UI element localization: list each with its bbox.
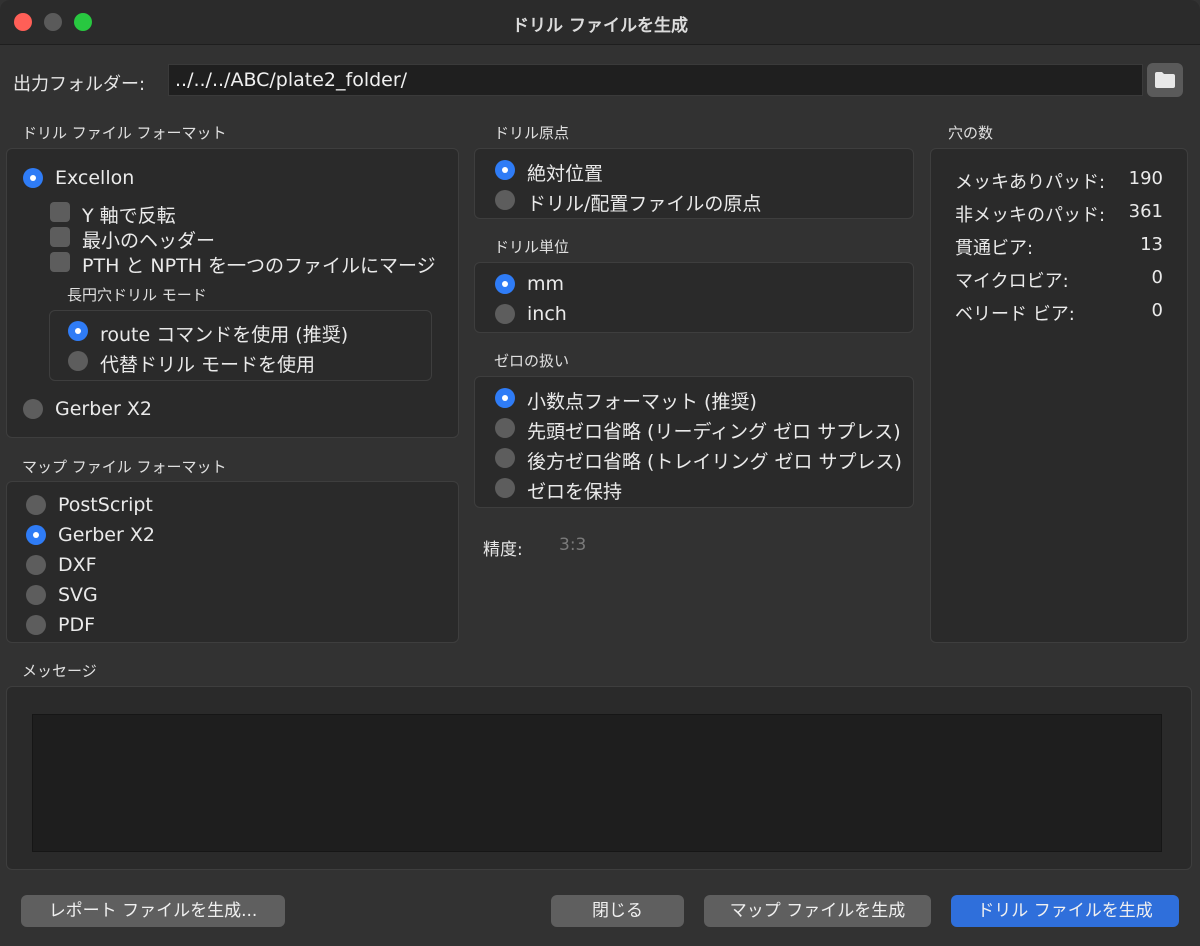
oval-hole-mode-group: route コマンドを使用 (推奨) 代替ドリル モードを使用 [49, 310, 432, 381]
alt-drill-mode-radio[interactable] [68, 351, 88, 371]
units-inch-radio[interactable] [495, 304, 515, 324]
aux-origin-radio[interactable] [495, 190, 515, 210]
output-folder-label: 出力フォルダー: [13, 74, 146, 95]
drill-origin-group: 絶対位置 ドリル/配置ファイルの原点 [474, 148, 914, 219]
close-button[interactable]: 閉じる [551, 895, 684, 927]
generate-map-button[interactable]: マップ ファイルを生成 [704, 895, 931, 927]
merge-pth-label: PTH と NPTH を一つのファイルにマージ [82, 255, 436, 277]
map-svg-label: SVG [58, 584, 98, 606]
title-bar: ドリル ファイルを生成 [0, 0, 1200, 45]
zeros-format-group: 小数点フォーマット (推奨) 先頭ゼロ省略 (リーディング ゼロ サプレス) 後… [474, 376, 914, 508]
suppress-leading-radio[interactable] [495, 418, 515, 438]
map-pdf-label: PDF [58, 614, 96, 636]
drill-origin-title: ドリル原点 [494, 124, 570, 142]
folder-icon [1155, 72, 1175, 88]
nonplated-pads-value: 361 [1128, 201, 1163, 222]
suppress-leading-label: 先頭ゼロ省略 (リーディング ゼロ サプレス) [527, 421, 901, 443]
output-folder-input[interactable] [168, 64, 1143, 96]
hole-count-group: メッキありパッド: 190 非メッキのパッド: 361 貫通ビア: 13 マイク… [930, 148, 1188, 643]
keep-zeros-label: ゼロを保持 [527, 481, 623, 503]
merge-pth-checkbox[interactable] [50, 252, 70, 272]
units-mm-radio[interactable] [495, 274, 515, 294]
drill-format-group: Excellon Y 軸で反転 最小のヘッダー PTH と NPTH を一つのフ… [6, 148, 459, 438]
micro-vias-value: 0 [1151, 267, 1163, 288]
micro-vias-label: マイクロビア: [955, 271, 1069, 292]
window-title: ドリル ファイルを生成 [512, 16, 688, 36]
drill-format-title: ドリル ファイル フォーマット [22, 124, 227, 142]
buried-vias-label: ベリード ビア: [955, 304, 1075, 325]
mirror-y-label: Y 軸で反転 [82, 205, 176, 227]
through-vias-value: 13 [1140, 234, 1163, 255]
excellon-radio[interactable] [23, 168, 43, 188]
decimal-format-radio[interactable] [495, 388, 515, 408]
units-mm-label: mm [527, 273, 565, 295]
map-dxf-radio[interactable] [26, 555, 46, 575]
map-gerber-label: Gerber X2 [58, 524, 155, 546]
browse-folder-button[interactable] [1147, 63, 1183, 97]
zeros-format-title: ゼロの扱い [494, 352, 570, 370]
mirror-y-checkbox[interactable] [50, 202, 70, 222]
hole-count-title: 穴の数 [948, 124, 994, 142]
decimal-format-label: 小数点フォーマット (推奨) [527, 391, 757, 413]
minimal-header-label: 最小のヘッダー [82, 230, 216, 252]
generate-drill-button[interactable]: ドリル ファイルを生成 [951, 895, 1179, 927]
drill-units-title: ドリル単位 [494, 238, 570, 256]
map-format-group: PostScript Gerber X2 DXF SVG PDF [6, 481, 459, 643]
gerber-x2-drill-label: Gerber X2 [55, 398, 152, 420]
messages-text-area[interactable] [32, 714, 1162, 852]
map-gerber-radio[interactable] [26, 525, 46, 545]
plated-pads-value: 190 [1128, 168, 1163, 189]
keep-zeros-radio[interactable] [495, 478, 515, 498]
units-inch-label: inch [527, 303, 567, 325]
buried-vias-value: 0 [1151, 300, 1163, 321]
absolute-origin-label: 絶対位置 [527, 163, 604, 185]
gerber-x2-drill-radio[interactable] [23, 399, 43, 419]
route-command-radio[interactable] [68, 321, 88, 341]
oval-hole-mode-title: 長円穴ドリル モード [67, 286, 207, 304]
excellon-label: Excellon [55, 167, 135, 189]
precision-value: 3:3 [559, 535, 587, 555]
suppress-trailing-label: 後方ゼロ省略 (トレイリング ゼロ サプレス) [527, 451, 902, 473]
alt-drill-mode-label: 代替ドリル モードを使用 [100, 354, 316, 376]
drill-units-group: mm inch [474, 262, 914, 333]
map-postscript-radio[interactable] [26, 495, 46, 515]
route-command-label: route コマンドを使用 (推奨) [100, 324, 349, 346]
aux-origin-label: ドリル/配置ファイルの原点 [527, 193, 762, 215]
suppress-trailing-radio[interactable] [495, 448, 515, 468]
map-svg-radio[interactable] [26, 585, 46, 605]
absolute-origin-radio[interactable] [495, 160, 515, 180]
plated-pads-label: メッキありパッド: [955, 172, 1106, 193]
drill-dialog-window: ドリル ファイルを生成 出力フォルダー: ドリル ファイル フォーマット Exc… [0, 0, 1200, 946]
through-vias-label: 貫通ビア: [955, 238, 1034, 259]
map-format-title: マップ ファイル フォーマット [22, 458, 227, 476]
messages-title: メッセージ [22, 662, 97, 680]
map-pdf-radio[interactable] [26, 615, 46, 635]
map-dxf-label: DXF [58, 554, 97, 576]
precision-label: 精度: [483, 540, 523, 560]
generate-report-button[interactable]: レポート ファイルを生成... [21, 895, 285, 927]
minimal-header-checkbox[interactable] [50, 227, 70, 247]
nonplated-pads-label: 非メッキのパッド: [955, 205, 1106, 226]
map-postscript-label: PostScript [58, 494, 153, 516]
